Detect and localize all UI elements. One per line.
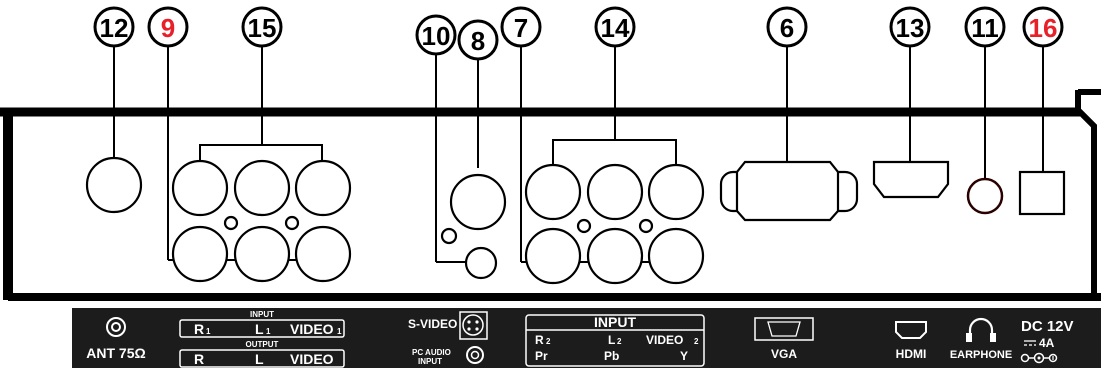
callout-15: 15 [241,6,283,48]
pc-audio-port [464,246,498,280]
pc-audio-label-line1: PC AUDIO [412,348,451,357]
dc-rating-label: 4A [1039,336,1055,350]
input1-r-label: R [194,321,204,337]
callout-12: 12 [93,6,135,48]
earphone-label: EARPHONE [950,349,1012,361]
input1-r-sub: 1 [206,327,211,336]
output-l-label: L [255,351,264,367]
component-y-jack [647,227,705,285]
hdmi-port [872,160,950,199]
ant-label: ANT 75Ω [86,345,145,361]
callout-14: 14 [594,6,636,48]
vga-shell [735,160,840,222]
connector-panel-diagram: 12 9 15 10 8 7 14 6 13 11 16 ANT 75Ω INP… [0,6,1101,368]
callout-16-label: 16 [1029,13,1058,43]
output-l-jack [233,225,291,283]
callout-7: 7 [500,6,542,48]
hdmi-label: HDMI [896,347,927,361]
input1-video-label: VIDEO [290,321,334,337]
callout-9: 9 [147,6,189,48]
input2-r-jack [524,163,582,221]
component-pb-label: Pb [604,349,619,363]
callout-14-label: 14 [601,13,630,43]
input2-l-label: L [608,333,615,347]
output-video-label: VIDEO [290,351,334,367]
output-r-jack [171,225,229,283]
pc-audio-screw [440,227,458,245]
component-y-label: Y [680,349,688,363]
input1-r-jack [171,159,229,217]
input1-screw-left [223,215,239,231]
input2-screw-left [576,218,592,234]
dc-power-port [1018,170,1066,216]
vga-label: VGA [771,347,797,361]
input1-l-label: L [255,321,264,337]
output-title: OUTPUT [246,340,279,349]
callout-6-label: 6 [780,13,794,43]
label-strip [72,308,1101,368]
antenna-port [85,156,143,214]
callout-10: 10 [415,14,457,56]
input2-l-sub: 2 [617,337,622,346]
callout-13-label: 13 [896,13,925,43]
dc-label: DC 12V [1021,318,1074,335]
input2-video-label: VIDEO [646,333,683,347]
callout-11-label: 11 [971,13,999,43]
callout-8-label: 8 [471,26,485,56]
callout-13: 13 [889,6,931,48]
input1-l-sub: 1 [266,327,271,336]
input2-r-label: R [535,333,544,347]
input1-video-sub: 1 [337,327,342,336]
callout-16: 16 [1022,6,1064,48]
input2-screw-right [638,218,654,234]
callout-7-label: 7 [514,13,528,43]
component-pr-label: Pr [535,349,548,363]
input1-title: INPUT [250,310,274,319]
input2-r-sub: 2 [546,337,551,346]
callout-15-label: 15 [248,13,277,43]
svideo-port [449,173,507,231]
callout-11: 11 [964,6,1006,48]
input2-title: INPUT [594,314,636,330]
callout-9-label: 9 [161,13,175,43]
input1-screw-right [284,215,300,231]
callout-6: 6 [766,6,808,48]
input1-video-jack [294,159,352,217]
component-pb-jack [586,227,644,285]
input1-l-jack [233,159,291,217]
input2-video-sub: 2 [694,337,699,346]
panel-right-edge [1075,90,1097,300]
component-pr-jack [524,227,582,285]
callout-10-label: 10 [422,21,451,51]
earphone-port [966,177,1004,215]
input2-l-jack [586,163,644,221]
callout-12-label: 12 [100,13,129,43]
svideo-label: S-VIDEO [408,317,457,331]
output-video-jack [294,225,352,283]
pc-audio-label-line2: INPUT [418,357,442,366]
callout-8: 8 [457,19,499,61]
bracket-14 [552,139,677,168]
input2-video-jack [647,163,705,221]
output-r-label: R [194,351,204,367]
